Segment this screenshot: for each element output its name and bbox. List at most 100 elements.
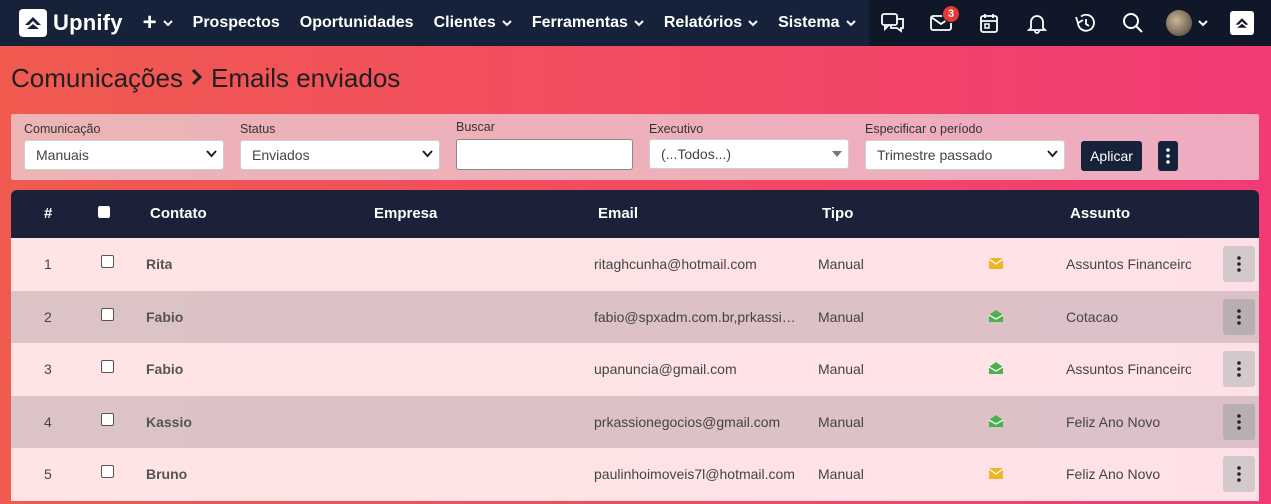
subject: Cotacao — [1066, 308, 1119, 325]
tipo-value: Manual — [818, 413, 864, 430]
nav-label: Ferramentas — [531, 14, 628, 31]
brand-name: Upnify — [53, 10, 123, 35]
chevron-down-icon — [1198, 19, 1208, 26]
kebab-icon — [1237, 361, 1241, 377]
row-menu-button[interactable] — [1223, 298, 1255, 335]
envelope-open-icon — [988, 361, 1004, 377]
emails-table: # Contato Empresa Email Tipo Assunto 1 R… — [11, 190, 1259, 504]
status-value: Enviados — [252, 147, 310, 163]
email-address: ritaghcunha@hotmail.com — [594, 256, 757, 272]
contact-name[interactable]: Rita — [146, 256, 172, 272]
table-row[interactable]: 4 Kassio prkassionegocios@gmail.com Manu… — [11, 395, 1259, 449]
row-menu-button[interactable] — [1223, 456, 1255, 493]
breadcrumb-parent[interactable]: Comunicações — [11, 63, 183, 94]
chevron-down-icon — [845, 19, 856, 26]
row-menu-button[interactable] — [1223, 403, 1255, 440]
periodo-select[interactable]: Trimestre passado — [865, 140, 1065, 170]
apply-button[interactable]: Aplicar — [1081, 141, 1142, 171]
chevron-down-icon — [422, 150, 433, 158]
subject: Feliz Ano Novo — [1066, 466, 1161, 483]
row-checkbox[interactable] — [101, 412, 114, 426]
nav-relatorios[interactable]: Relatórios — [664, 14, 758, 32]
table-row[interactable]: 5 Bruno paulinhoimoveis7l@hotmail.com Ma… — [11, 448, 1259, 501]
nav-sistema[interactable]: Sistema — [778, 14, 856, 32]
col-assunto[interactable]: Assunto — [1070, 205, 1130, 222]
table-row[interactable]: 3 Fabio upanuncia@gmail.com Manual Assun… — [11, 343, 1259, 396]
status-label: Status — [240, 122, 276, 136]
col-tipo[interactable]: Tipo — [822, 205, 853, 222]
table-row[interactable]: 2 Fabio fabio@spxadm.com.br,prkassi… Man… — [11, 290, 1259, 344]
subject: Feliz Ano Novo — [1066, 413, 1161, 430]
nav-label: Clientes — [433, 14, 496, 31]
executivo-label: Executivo — [649, 122, 704, 136]
nav-label: Relatórios — [663, 14, 743, 31]
upnify-logo-icon — [19, 9, 47, 37]
executivo-value: (...Todos...) — [661, 146, 732, 162]
add-menu-button[interactable]: + — [143, 9, 173, 37]
kebab-icon — [1237, 413, 1241, 430]
caret-down-icon — [832, 151, 842, 157]
periodo-value: Trimestre passado — [877, 147, 993, 163]
tipo-value: Manual — [818, 256, 864, 272]
buscar-label: Buscar — [456, 120, 495, 134]
chevron-down-icon — [634, 19, 644, 26]
nav-prospectos[interactable]: Prospectos — [193, 14, 280, 32]
kebab-icon — [1237, 466, 1241, 483]
chevron-down-icon — [162, 19, 173, 26]
kebab-icon — [1166, 148, 1170, 164]
envelope-open-icon — [988, 414, 1004, 430]
nav-clientes[interactable]: Clientes — [434, 14, 512, 32]
row-checkbox[interactable] — [101, 360, 114, 374]
envelope-closed-icon — [988, 466, 1004, 482]
top-right-toolbar: 3 — [869, 0, 1271, 46]
nav-ferramentas[interactable]: Ferramentas — [532, 14, 644, 32]
search-icon[interactable] — [1109, 0, 1157, 46]
contact-name[interactable]: Fabio — [146, 309, 183, 325]
col-contato[interactable]: Contato — [150, 205, 207, 222]
bell-icon[interactable] — [1013, 0, 1061, 46]
executivo-select[interactable]: (...Todos...) — [649, 139, 849, 169]
row-num: 5 — [44, 466, 52, 483]
user-menu[interactable] — [1157, 0, 1217, 46]
page-title: Emails enviados — [210, 63, 401, 93]
chevron-down-icon — [502, 19, 512, 26]
subject: Assuntos Financeiros — [1066, 361, 1191, 378]
email-address: upanuncia@gmail.com — [594, 361, 737, 378]
envelope-open-icon — [988, 309, 1004, 325]
envelope-closed-icon — [988, 256, 1004, 272]
status-select[interactable]: Enviados — [240, 140, 440, 170]
buscar-input[interactable] — [456, 139, 633, 170]
comunicacao-value: Manuais — [36, 147, 89, 163]
row-menu-button[interactable] — [1223, 351, 1255, 388]
upnify-app-icon[interactable] — [1217, 0, 1267, 46]
table-header: # Contato Empresa Email Tipo Assunto — [11, 190, 1259, 238]
contact-name[interactable]: Fabio — [146, 361, 183, 377]
filter-options-button[interactable] — [1158, 141, 1178, 171]
email-address: prkassionegocios@gmail.com — [594, 413, 781, 430]
nav-label: Oportunidades — [299, 14, 414, 31]
select-all-checkbox[interactable] — [98, 206, 110, 218]
row-checkbox[interactable] — [101, 307, 114, 321]
brand[interactable]: Upnify — [19, 9, 123, 37]
history-icon[interactable] — [1061, 0, 1109, 46]
col-email[interactable]: Email — [598, 205, 638, 222]
table-row[interactable]: 1 Rita ritaghcunha@hotmail.com Manual As… — [11, 238, 1259, 291]
mail-icon[interactable]: 3 — [917, 0, 965, 46]
chat-icon[interactable] — [869, 0, 917, 46]
row-checkbox[interactable] — [101, 255, 114, 268]
row-checkbox[interactable] — [101, 465, 114, 479]
row-menu-button[interactable] — [1223, 246, 1255, 282]
col-empresa[interactable]: Empresa — [374, 205, 437, 222]
periodo-label: Especificar o período — [865, 122, 983, 136]
contact-name[interactable]: Kassio — [146, 414, 192, 430]
nav-oportunidades[interactable]: Oportunidades — [300, 14, 414, 32]
calendar-icon[interactable] — [965, 0, 1013, 46]
comunicacao-select[interactable]: Manuais — [24, 140, 224, 170]
row-num: 1 — [44, 256, 52, 272]
contact-name[interactable]: Bruno — [146, 466, 187, 482]
mail-badge: 3 — [942, 5, 960, 23]
email-address: fabio@spxadm.com.br,prkassi… — [594, 308, 796, 325]
top-navbar: Upnify + Prospectos Oportunidades Client… — [0, 0, 1271, 46]
email-address: paulinhoimoveis7l@hotmail.com — [594, 466, 795, 483]
kebab-icon — [1237, 308, 1241, 325]
